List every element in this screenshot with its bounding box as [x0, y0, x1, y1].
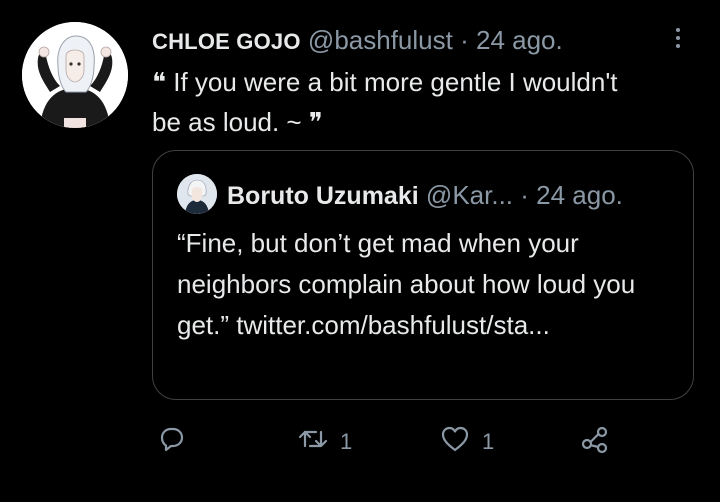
reply-button[interactable] — [158, 420, 186, 464]
retweet-count: 1 — [340, 429, 353, 454]
quoted-separator-dot: · — [520, 179, 529, 210]
more-options-icon[interactable] — [668, 24, 688, 52]
quoted-tweet-card[interactable]: Boruto Uzumaki @Kar... · 24 ago. “Fine, … — [152, 150, 694, 400]
tweet-text: ❝ If you were a bit more gentle I wouldn… — [152, 67, 618, 137]
user-handle[interactable]: @bashfulust — [308, 25, 453, 55]
share-button[interactable] — [580, 420, 610, 464]
like-count: 1 — [482, 429, 495, 454]
quoted-user-handle[interactable]: @Kar... — [426, 180, 513, 210]
quoted-tweet-header: Boruto Uzumaki @Kar... · 24 ago. — [177, 174, 623, 214]
like-button[interactable]: 1 — [440, 420, 494, 464]
display-name[interactable]: CHLOE GOJO — [152, 29, 301, 54]
quoted-avatar — [177, 174, 217, 214]
timestamp[interactable]: 24 ago. — [476, 25, 563, 55]
quoted-display-name[interactable]: Boruto Uzumaki — [227, 182, 419, 210]
avatar[interactable] — [22, 22, 128, 128]
heart-icon — [440, 425, 470, 459]
quoted-tweet-text: “Fine, but don’t get mad when your neigh… — [177, 228, 636, 340]
separator-dot: · — [460, 25, 469, 55]
quoted-avatar-image — [177, 174, 217, 214]
reply-icon — [158, 425, 186, 459]
tweet[interactable]: CHLOE GOJO @bashfulust · 24 ago. ❝ If yo… — [0, 0, 720, 502]
retweet-button[interactable]: 1 — [298, 420, 352, 464]
quoted-timestamp[interactable]: 24 ago. — [536, 180, 623, 210]
share-icon — [580, 424, 610, 460]
tweet-header: CHLOE GOJO @bashfulust · 24 ago. — [152, 24, 563, 58]
avatar-image — [22, 22, 128, 128]
action-bar: 1 1 — [0, 420, 720, 464]
retweet-icon — [298, 426, 328, 458]
